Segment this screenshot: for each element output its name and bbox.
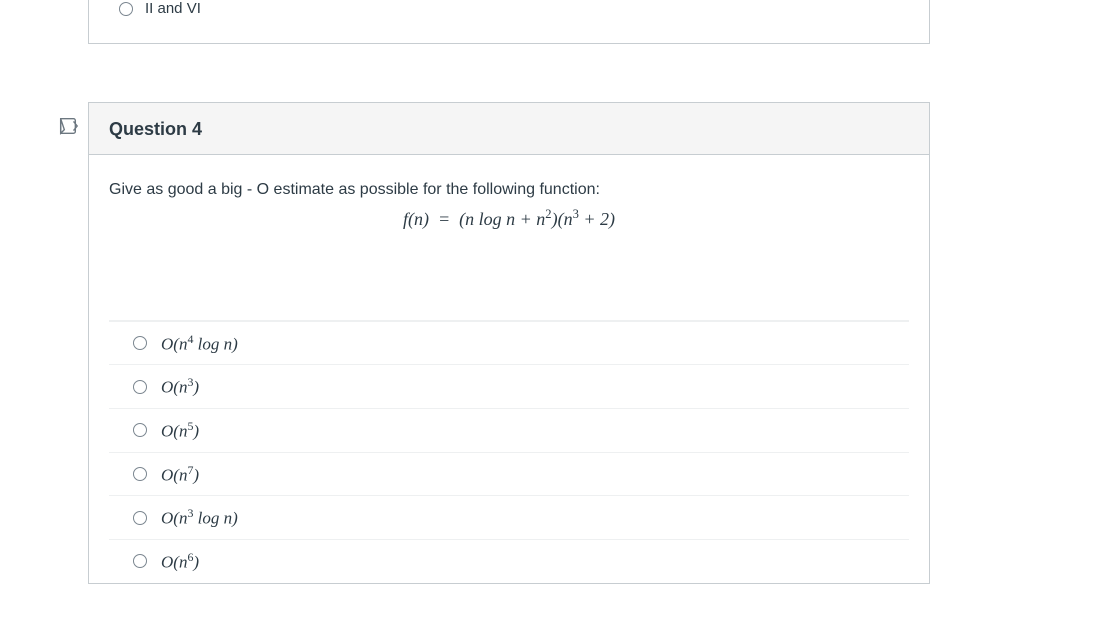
previous-question-card: II and VI	[88, 0, 930, 44]
answer-option-label: O(n3)	[161, 375, 199, 398]
answer-option[interactable]: O(n4 log n)	[109, 321, 909, 365]
question-heading: Question 4	[89, 103, 929, 155]
radio-icon	[133, 554, 147, 568]
previous-question-option[interactable]: II and VI	[89, 0, 929, 17]
question-formula: f(n) = (n log n + n2)(n3 + 2)	[109, 207, 909, 230]
prompt-bigo: big - O	[221, 181, 269, 198]
radio-icon	[119, 2, 133, 16]
answer-option[interactable]: O(n7)	[109, 452, 909, 496]
question-prompt: Give as good a big - O estimate as possi…	[109, 179, 909, 201]
answer-option-label: O(n3 log n)	[161, 506, 238, 529]
radio-icon	[133, 336, 147, 350]
answer-option-label: O(n5)	[161, 419, 199, 442]
radio-icon	[133, 423, 147, 437]
answer-option[interactable]: O(n3 log n)	[109, 495, 909, 539]
prompt-prefix: Give as good a	[109, 181, 221, 198]
previous-option-label: II and VI	[145, 0, 201, 17]
radio-icon	[133, 380, 147, 394]
prompt-suffix: estimate as possible for the following f…	[269, 181, 600, 198]
radio-icon	[133, 467, 147, 481]
answer-option-label: O(n6)	[161, 550, 199, 573]
bookmark-icon[interactable]	[57, 115, 79, 137]
answer-option-label: O(n7)	[161, 463, 199, 486]
answer-option[interactable]: O(n3)	[109, 364, 909, 408]
question-card: Question 4 Give as good a big - O estima…	[88, 102, 930, 584]
answer-option[interactable]: O(n5)	[109, 408, 909, 452]
answer-option-label: O(n4 log n)	[161, 332, 238, 355]
answer-options: O(n4 log n) O(n3) O(n5) O(n7) O(n3 log n	[109, 320, 909, 583]
radio-icon	[133, 511, 147, 525]
answer-option[interactable]: O(n6)	[109, 539, 909, 583]
